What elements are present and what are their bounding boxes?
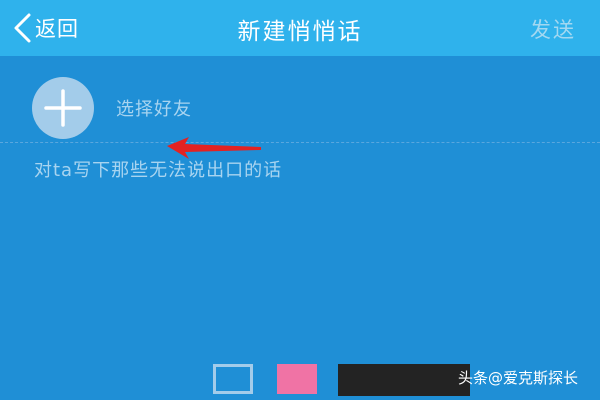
outline-square-button[interactable] — [213, 364, 253, 394]
whisper-screen: 返回 新建悄悄话 发送 选择好友 头条@爱克斯探长 — [0, 0, 600, 400]
bottom-toolbar: 头条@爱克斯探长 — [0, 360, 600, 400]
plus-icon — [32, 77, 94, 139]
page-title: 新建悄悄话 — [237, 19, 363, 45]
watermark-text: 头条@爱克斯探长 — [458, 369, 579, 387]
chevron-left-icon — [14, 13, 31, 43]
title-bar: 返回 新建悄悄话 发送 — [0, 0, 600, 56]
back-button[interactable]: 返回 — [10, 10, 79, 46]
back-label: 返回 — [35, 17, 79, 41]
dark-bar-button[interactable] — [338, 364, 470, 396]
select-friend-label: 选择好友 — [116, 99, 192, 120]
send-button[interactable]: 发送 — [530, 14, 576, 44]
divider — [0, 142, 600, 143]
message-input[interactable] — [34, 156, 574, 306]
select-friend-button[interactable]: 选择好友 — [32, 77, 192, 139]
pink-color-swatch[interactable] — [277, 364, 317, 394]
